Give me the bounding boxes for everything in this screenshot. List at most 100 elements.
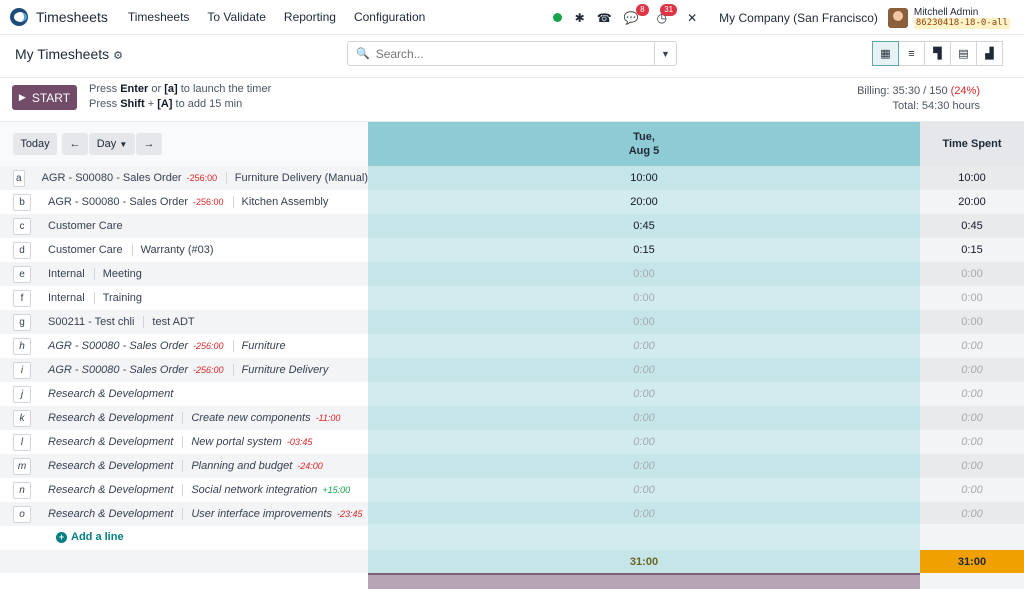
row-project[interactable]: Internal: [48, 292, 85, 304]
row-project[interactable]: Research & Development: [48, 508, 173, 520]
row-task-remaining: -11:00: [315, 413, 341, 423]
row-task[interactable]: Social network integration: [191, 484, 317, 496]
row-task[interactable]: New portal system: [191, 436, 281, 448]
day-hours-cell[interactable]: 0:00: [368, 358, 920, 382]
row-label-cell: m Research & Development Planning and budg…: [0, 454, 368, 478]
grid-view-icon[interactable]: ▦: [872, 41, 899, 66]
day-hours-cell[interactable]: 0:00: [368, 502, 920, 526]
row-shortcut-key[interactable]: e: [13, 265, 31, 283]
day-hours-cell[interactable]: 0:00: [368, 310, 920, 334]
row-project[interactable]: Customer Care: [48, 244, 123, 256]
row-shortcut-key[interactable]: l: [13, 433, 31, 451]
phone-icon[interactable]: ☎: [597, 11, 612, 25]
search-input[interactable]: [375, 46, 646, 61]
row-task[interactable]: Planning and budget: [191, 460, 292, 472]
start-timer-button[interactable]: ▶ START: [12, 85, 77, 110]
pivot-view-icon[interactable]: ▤: [950, 41, 977, 66]
day-hours-cell[interactable]: 0:00: [368, 430, 920, 454]
add-line-button[interactable]: + Add a line: [56, 531, 124, 543]
row-project[interactable]: AGR - S00080 - Sales Order: [48, 196, 188, 208]
row-task[interactable]: Furniture Delivery (Manual): [235, 172, 368, 184]
status-online-icon: [552, 13, 562, 22]
row-project[interactable]: Research & Development: [48, 436, 173, 448]
user-avatar[interactable]: [887, 7, 908, 28]
row-project[interactable]: S00211 - Test chli: [48, 316, 134, 328]
menu-item-timesheets[interactable]: Timesheets: [128, 10, 190, 24]
today-button[interactable]: Today: [13, 133, 57, 155]
row-project[interactable]: Research & Development: [48, 388, 173, 400]
timesheets-logo-icon[interactable]: [10, 8, 28, 26]
day-hours-cell[interactable]: 0:00: [368, 286, 920, 310]
user-menu[interactable]: Mitchell Admin 86230418-18-0-all: [913, 7, 1010, 29]
gear-icon[interactable]: ⚙: [113, 50, 123, 62]
menu-item-configuration[interactable]: Configuration: [354, 10, 425, 24]
row-project[interactable]: Research & Development: [48, 484, 173, 496]
row-project[interactable]: AGR - S00080 - Sales Order: [48, 340, 188, 352]
company-switcher[interactable]: My Company (San Francisco): [719, 11, 878, 25]
previous-arrow-icon[interactable]: ←: [62, 133, 88, 155]
range-dropdown[interactable]: Day ▼: [89, 133, 135, 155]
graph-view-icon[interactable]: ▟: [976, 41, 1003, 66]
hint-text: +: [147, 98, 155, 110]
row-shortcut-key[interactable]: g: [13, 313, 31, 331]
search-options-dropdown-icon[interactable]: ▼: [654, 42, 676, 65]
row-shortcut-key[interactable]: j: [13, 385, 31, 403]
table-row: c Customer Care 0:45 0:45: [0, 214, 1024, 238]
row-shortcut-key[interactable]: m: [13, 457, 31, 475]
bug-icon[interactable]: ✱: [575, 11, 585, 25]
table-row: k Research & Development Create new compon…: [0, 406, 1024, 430]
messages-icon[interactable]: 💬 8: [624, 3, 649, 25]
day-hours-cell[interactable]: 0:00: [368, 454, 920, 478]
row-task[interactable]: Warranty (#03): [141, 244, 214, 256]
list-view-icon[interactable]: ≡: [898, 41, 925, 66]
row-shortcut-key[interactable]: a: [13, 169, 25, 187]
row-task[interactable]: Training: [103, 292, 142, 304]
day-hours-cell[interactable]: 10:00: [368, 166, 920, 190]
row-task[interactable]: test ADT: [152, 316, 194, 328]
row-project[interactable]: Customer Care: [48, 220, 123, 232]
row-task[interactable]: Furniture Delivery: [242, 364, 329, 376]
day-hours-cell[interactable]: 0:15: [368, 238, 920, 262]
day-hours-cell[interactable]: 0:00: [368, 334, 920, 358]
tools-icon[interactable]: ✕: [687, 11, 697, 25]
row-label-cell: i AGR - S00080 - Sales Order -256:00 Furnit…: [0, 358, 368, 382]
row-shortcut-key[interactable]: h: [13, 337, 31, 355]
row-task[interactable]: User interface improvements: [191, 508, 332, 520]
row-project[interactable]: AGR - S00080 - Sales Order: [48, 364, 188, 376]
kanban-view-icon[interactable]: ▜: [924, 41, 951, 66]
day-hours-cell[interactable]: 0:00: [368, 262, 920, 286]
day-hours-cell[interactable]: 20:00: [368, 190, 920, 214]
row-task[interactable]: Furniture: [242, 340, 286, 352]
row-shortcut-key[interactable]: f: [13, 289, 31, 307]
row-shortcut-key[interactable]: c: [13, 217, 31, 235]
table-row: e Internal Meeting 0:00 0:00: [0, 262, 1024, 286]
day-hours-cell[interactable]: 0:00: [368, 406, 920, 430]
row-project[interactable]: Internal: [48, 268, 85, 280]
row-shortcut-key[interactable]: d: [13, 241, 31, 259]
grid-header: Today ← Day ▼ → Tue, Aug 5 Time Spent: [0, 122, 1024, 166]
menu-item-reporting[interactable]: Reporting: [284, 10, 336, 24]
row-project[interactable]: Research & Development: [48, 460, 173, 472]
row-shortcut-key[interactable]: n: [13, 481, 31, 499]
day-hours-cell[interactable]: 0:00: [368, 382, 920, 406]
row-task[interactable]: Meeting: [103, 268, 142, 280]
day-hours-cell[interactable]: 0:45: [368, 214, 920, 238]
row-total-cell: 0:15: [920, 238, 1024, 262]
row-task[interactable]: Create new components: [191, 412, 310, 424]
next-arrow-icon[interactable]: →: [136, 133, 162, 155]
row-shortcut-key[interactable]: i: [13, 361, 31, 379]
row-separator: [182, 484, 184, 496]
row-separator: [93, 292, 95, 304]
day-hours-cell[interactable]: 0:00: [368, 478, 920, 502]
timesheet-grid: Today ← Day ▼ → Tue, Aug 5 Time Spent a A…: [0, 122, 1024, 589]
app-title[interactable]: Timesheets: [36, 9, 108, 25]
row-shortcut-key[interactable]: b: [13, 193, 31, 211]
activities-icon[interactable]: ◷ 31: [657, 3, 678, 25]
row-project[interactable]: AGR - S00080 - Sales Order: [42, 172, 182, 184]
menu-item-to-validate[interactable]: To Validate: [207, 10, 265, 24]
row-shortcut-key[interactable]: o: [13, 505, 31, 523]
row-total-cell: 0:00: [920, 310, 1024, 334]
row-task[interactable]: Kitchen Assembly: [242, 196, 329, 208]
row-shortcut-key[interactable]: k: [13, 409, 31, 427]
row-project[interactable]: Research & Development: [48, 412, 173, 424]
